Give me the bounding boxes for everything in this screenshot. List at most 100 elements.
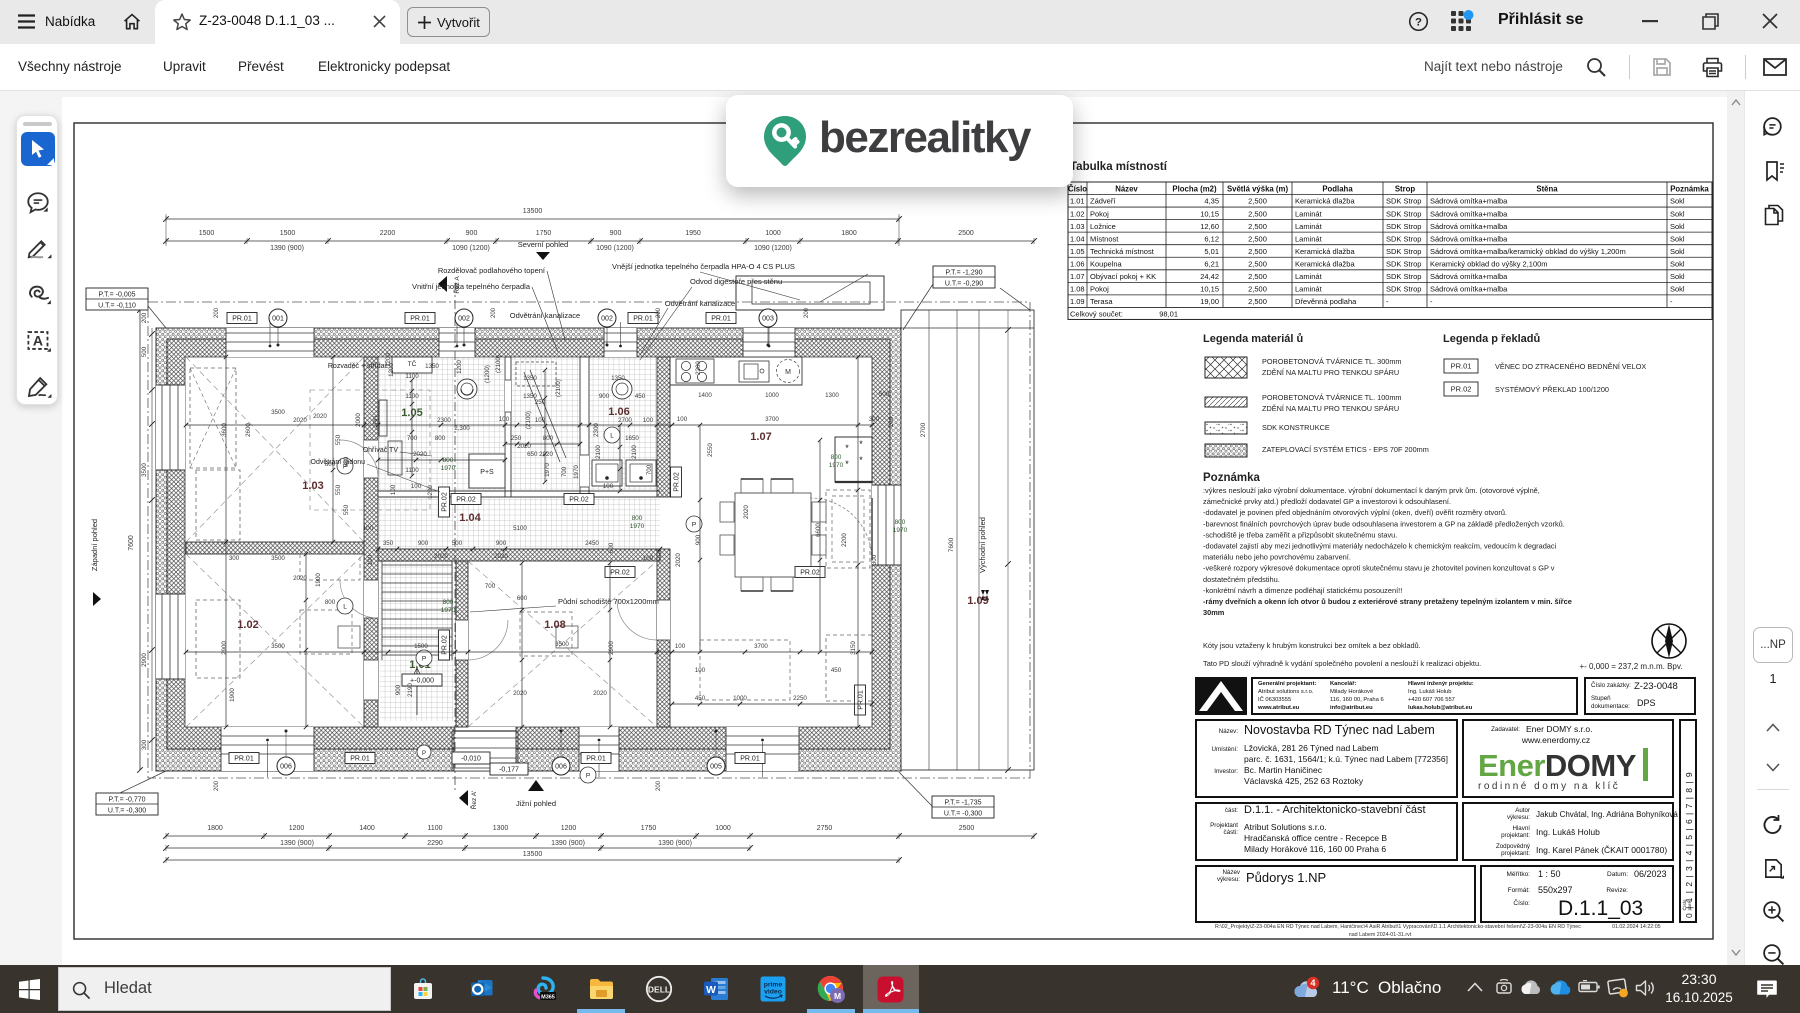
svg-text:Technická místnost: Technická místnost [1090,247,1155,256]
svg-text:Vnitřní jednotka tepelného čer: Vnitřní jednotka tepelného čerpadla [412,282,531,291]
svg-text:1390 (900): 1390 (900) [280,840,314,847]
svg-text:www.enerdomy.cz: www.enerdomy.cz [1521,735,1590,745]
svg-text:Strop: Strop [1395,184,1416,193]
svg-text:?: ? [1415,17,1422,29]
svg-text:3500: 3500 [271,555,285,562]
svg-text:dokumentace:: dokumentace: [1591,703,1630,710]
svg-text:1000: 1000 [733,695,747,702]
svg-text:Autor: Autor [1515,807,1530,814]
svg-text:006: 006 [555,764,567,771]
svg-text:30mm: 30mm [1203,608,1225,617]
svg-text:800: 800 [435,435,446,442]
svg-text:1200: 1200 [561,825,577,832]
svg-text:1500: 1500 [280,230,296,237]
svg-text:PR.02: PR.02 [569,497,589,504]
svg-text:www.atribut.eu: www.atribut.eu [1257,705,1300,711]
svg-text:Keramická dlažba: Keramická dlažba [1295,247,1355,256]
svg-text:3500: 3500 [555,641,569,648]
svg-text:1970: 1970 [893,527,908,534]
svg-text:Milady Horákové 116, 160 00 Pr: Milady Horákové 116, 160 00 Praha 6 [1244,844,1386,854]
svg-text:část:: část: [1225,807,1238,814]
svg-text:PR.02: PR.02 [456,497,476,504]
svg-text:Hlavní: Hlavní [1512,825,1530,832]
svg-text:Keramická dlažba: Keramická dlažba [1295,197,1355,206]
svg-text:100: 100 [603,483,614,490]
svg-text:PR.01: PR.01 [232,316,252,323]
svg-text:3500: 3500 [271,409,285,416]
svg-text:100: 100 [390,484,397,495]
svg-text:ZATEPLOVACÍ SYSTÉM ETICS - EPS: ZATEPLOVACÍ SYSTÉM ETICS - EPS 70F 200mm [1262,445,1429,454]
svg-text:7600: 7600 [948,537,955,552]
svg-text:P: P [422,751,426,757]
svg-text:1200: 1200 [456,360,463,374]
svg-text:Název: Název [1222,869,1240,876]
svg-text:SDK Strop: SDK Strop [1386,209,1421,218]
svg-text:600: 600 [608,542,615,553]
svg-text:1000: 1000 [715,825,731,832]
svg-text:3700: 3700 [754,643,768,650]
svg-text:Sokl: Sokl [1670,209,1685,218]
svg-text:+- 0,000 = 237,2 m.n.m. Bpv.: +- 0,000 = 237,2 m.n.m. Bpv. [1579,662,1682,671]
svg-text:M: M [785,369,791,376]
svg-text:PR.01: PR.01 [633,316,653,323]
svg-text:2020: 2020 [593,690,607,697]
svg-text:13500: 13500 [523,208,543,215]
svg-text:100: 100 [677,416,688,423]
svg-text:Kancelář:: Kancelář: [1330,681,1356,687]
svg-text:-konkrétní návrh a dimenze pod: -konkrétní návrh a dimenze podléhají sta… [1203,586,1402,595]
svg-text:100: 100 [695,667,706,674]
svg-text:-rámy dveřních a okenn ích otv: -rámy dveřních a okenn ích otvor ů budou… [1203,597,1572,606]
svg-text:Měřítko:: Měřítko: [1507,871,1531,878]
svg-text:100: 100 [367,554,374,565]
svg-text:SDK KONSTRUKCE: SDK KONSTRUKCE [1262,423,1330,432]
svg-text:Poznámka: Poznámka [1203,472,1260,484]
svg-text:2020: 2020 [517,443,531,450]
svg-text:rodinné domy na klíč: rodinné domy na klíč [1478,781,1620,792]
svg-text:450: 450 [695,695,706,702]
svg-text:1.07: 1.07 [1070,272,1085,281]
svg-text:IČ 06303555: IČ 06303555 [1258,696,1291,703]
svg-text:PR.02: PR.02 [610,570,630,577]
svg-text:P: P [422,656,426,663]
svg-text:1 : 50: 1 : 50 [1538,869,1561,879]
svg-text:200: 200 [656,307,662,318]
svg-text:Pokoj: Pokoj [1090,285,1109,294]
svg-text:6600: 6600 [815,523,822,537]
svg-text:Číslo:: Číslo: [1513,898,1530,907]
svg-text:Obývací pokoj + KK: Obývací pokoj + KK [1090,272,1156,281]
svg-text:2900: 2900 [141,653,148,667]
svg-text:100: 100 [363,525,374,532]
svg-text:POROBETONOVÁ TVÁRNICE TL. 100m: POROBETONOVÁ TVÁRNICE TL. 100mm [1262,393,1402,402]
svg-text:Tabulka místností: Tabulka místností [1070,161,1168,173]
svg-text:1400: 1400 [698,392,712,399]
svg-text:P.T.= -1,290: P.T.= -1,290 [945,270,982,277]
svg-text:-dodavatel je povinen před obj: -dodavatel je povinen před objednáním ot… [1203,508,1507,517]
svg-text:Sokl: Sokl [1670,234,1685,243]
svg-text:1800: 1800 [207,825,223,832]
svg-text:250: 250 [511,435,522,442]
svg-text:Ohřívač TV: Ohřívač TV [363,447,399,454]
svg-text:Legenda materiál ů: Legenda materiál ů [1203,333,1303,345]
svg-text:R:\02_Projekty\Z-23-004a EN RD: R:\02_Projekty\Z-23-004a EN RD Týnec nad… [1215,924,1581,930]
svg-text:2500: 2500 [958,230,974,237]
svg-text:Název: Název [1115,184,1138,193]
svg-text:Odvětrání kanalizace: Odvětrání kanalizace [510,311,580,320]
svg-text:900: 900 [496,540,507,547]
svg-text:PR.01: PR.01 [858,690,865,710]
svg-text:1970: 1970 [573,465,580,479]
svg-text:U.T.= -0,300: U.T.= -0,300 [108,808,146,815]
svg-text:Atribut solutions s.r.o.: Atribut solutions s.r.o. [1258,689,1314,695]
svg-text:1950: 1950 [685,230,701,237]
svg-text:350: 350 [383,540,394,547]
svg-text:PR.01: PR.01 [410,316,430,323]
svg-text:2000: 2000 [355,413,362,427]
svg-text:Odvětrání kanalizace: Odvětrání kanalizace [665,299,735,308]
svg-text:Světlá výška (m): Světlá výška (m) [1227,184,1289,193]
svg-text:Východní pohled: Východní pohled [978,517,987,573]
svg-text:části:: části: [1224,829,1239,836]
svg-text:DELL: DELL [648,985,670,995]
svg-text:PR.01: PR.01 [740,756,760,763]
svg-text:800: 800 [543,435,554,442]
svg-text:100: 100 [675,643,686,650]
svg-text:Z-23-0048: Z-23-0048 [1634,681,1678,692]
